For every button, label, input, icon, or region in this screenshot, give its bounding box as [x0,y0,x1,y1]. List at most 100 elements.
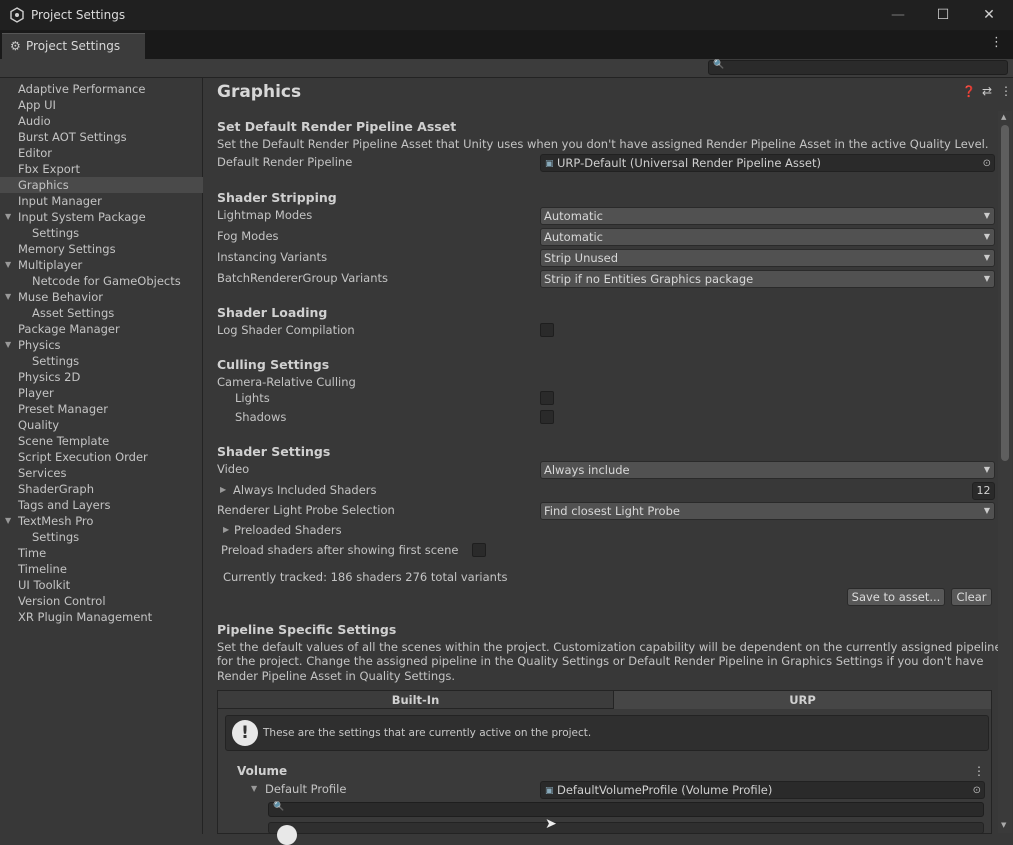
close-button[interactable]: ✕ [966,0,1012,31]
sidebar-item-input-system-package[interactable]: ▼ Input System Package [0,209,203,225]
video-dropdown[interactable]: Always include ▼ [540,461,995,479]
sidebar-item-label: Player [18,386,54,400]
foldout-arrow-icon[interactable]: ▼ [5,289,11,305]
window-menu-icon[interactable]: ⋮ [990,35,1003,50]
sidebar-item-quality[interactable]: Quality [0,417,203,433]
help-icon[interactable]: ❓ [962,85,976,98]
preloaded-shaders-label[interactable]: Preloaded Shaders [234,523,342,537]
more-options-icon[interactable]: ⋮ [1000,84,1012,98]
volume-menu-icon[interactable]: ⋮ [973,764,985,778]
tab-built-in[interactable]: Built-In [217,690,614,709]
sidebar-item-label: Audio [18,114,51,128]
clear-button[interactable]: Clear [951,588,992,606]
log-shader-checkbox[interactable] [540,323,554,337]
sidebar-item-ui-toolkit[interactable]: UI Toolkit [0,577,203,593]
sidebar-item-label: Physics [18,338,61,352]
brg-dropdown[interactable]: Strip if no Entities Graphics package ▼ [540,270,995,288]
maximize-button[interactable]: ☐ [920,0,966,31]
preload-after-checkbox[interactable] [472,543,486,557]
always-included-label[interactable]: Always Included Shaders [233,483,377,497]
toolbar: 🔍 [0,59,1013,78]
instancing-label: Instancing Variants [217,250,328,264]
search-input[interactable]: 🔍 [708,60,1008,75]
sidebar-item-physics-2d[interactable]: Physics 2D [0,369,203,385]
sidebar-item-label: Settings [32,226,80,240]
sidebar-item-tags-and-layers[interactable]: Tags and Layers [0,497,203,513]
page-title: Graphics [217,82,302,102]
sidebar-item-physics[interactable]: ▼ Physics [0,337,203,353]
sidebar-item-graphics[interactable]: Graphics [0,177,203,193]
sidebar-item-multiplayer[interactable]: ▼ Multiplayer [0,257,203,273]
foldout-arrow-icon[interactable]: ▼ [5,337,11,353]
sidebar-item-memory-settings[interactable]: Memory Settings [0,241,203,257]
sidebar-item-label: Settings [32,354,80,368]
sidebar-item-timeline[interactable]: Timeline [0,561,203,577]
sidebar-item-input-manager[interactable]: Input Manager [0,193,203,209]
sidebar-item-label: Quality [18,418,60,432]
foldout-arrow-icon[interactable]: ▼ [5,209,11,225]
scrollbar-thumb[interactable] [1001,125,1009,461]
tab-label: Project Settings [26,39,121,53]
default-rp-field[interactable]: ▣ URP-Default (Universal Render Pipeline… [540,154,995,172]
sidebar-item-version-control[interactable]: Version Control [0,593,203,609]
sidebar-item-audio[interactable]: Audio [0,113,203,129]
shadows-checkbox[interactable] [540,410,554,424]
light-probe-dropdown[interactable]: Find closest Light Probe ▼ [540,502,995,520]
tab-project-settings[interactable]: ⚙ Project Settings [2,33,145,59]
sidebar-item-textmesh-pro[interactable]: ▼ TextMesh Pro [0,513,203,529]
scroll-up-icon[interactable]: ▲ [1001,113,1006,121]
foldout-arrow-icon[interactable]: ▶ [220,485,226,494]
sidebar-item-label: Scene Template [18,434,110,448]
sidebar-item-xr-plugin-management[interactable]: XR Plugin Management [0,609,203,625]
fog-dropdown[interactable]: Automatic ▼ [540,228,995,246]
sidebar-item-time[interactable]: Time [0,545,203,561]
scrollbar[interactable]: ▲ ▼ [998,111,1012,833]
sidebar-item-netcode-for-gameobjects[interactable]: Netcode for GameObjects [0,273,203,289]
info-box: ! These are the settings that are curren… [225,715,989,751]
sidebar-item-label: Editor [18,146,53,160]
save-to-asset-button[interactable]: Save to asset... [847,588,945,606]
instancing-dropdown[interactable]: Strip Unused ▼ [540,249,995,267]
foldout-arrow-icon[interactable]: ▼ [5,257,11,273]
object-picker-icon[interactable]: ⊙ [983,156,991,172]
pipeline-tabs: Built-In URP [217,690,992,709]
pipeline-desc-3: Render Pipeline Asset in Quality Setting… [217,669,456,683]
profile-search-input[interactable]: 🔍 [268,802,984,817]
sidebar-item-package-manager[interactable]: Package Manager [0,321,203,337]
default-rp-label: Default Render Pipeline [217,155,353,169]
foldout-arrow-icon[interactable]: ▶ [223,525,229,534]
minimize-button[interactable]: — [875,0,921,31]
sidebar-item-label: Muse Behavior [18,290,103,304]
sidebar-item-shadergraph[interactable]: ShaderGraph [0,481,203,497]
sidebar-item-label: Tags and Layers [18,498,111,512]
sidebar-item-settings[interactable]: Settings [0,353,203,369]
sidebar-item-editor[interactable]: Editor [0,145,203,161]
object-picker-icon[interactable]: ⊙ [973,783,981,799]
foldout-arrow-icon[interactable]: ▼ [5,513,11,529]
sidebar-item-scene-template[interactable]: Scene Template [0,433,203,449]
sidebar-item-services[interactable]: Services [0,465,203,481]
sidebar-item-burst-aot-settings[interactable]: Burst AOT Settings [0,129,203,145]
sidebar-item-asset-settings[interactable]: Asset Settings [0,305,203,321]
sidebar-item-player[interactable]: Player [0,385,203,401]
title-bar: Project Settings — ☐ ✕ [0,0,1013,31]
settings-sliders-icon[interactable]: ⇄ [982,84,992,98]
sidebar-item-settings[interactable]: Settings [0,529,203,545]
sidebar-item-settings[interactable]: Settings [0,225,203,241]
sidebar-item-fbx-export[interactable]: Fbx Export [0,161,203,177]
sidebar-item-app-ui[interactable]: App UI [0,97,203,113]
scroll-down-icon[interactable]: ▼ [1001,821,1006,829]
lightmap-dropdown[interactable]: Automatic ▼ [540,207,995,225]
tab-urp[interactable]: URP [614,690,992,709]
foldout-arrow-icon[interactable]: ▼ [251,784,257,793]
sidebar-item-script-execution-order[interactable]: Script Execution Order [0,449,203,465]
default-profile-label: Default Profile [265,782,347,796]
sidebar-item-muse-behavior[interactable]: ▼ Muse Behavior [0,289,203,305]
sidebar-item-adaptive-performance[interactable]: Adaptive Performance [0,81,203,97]
always-included-count[interactable]: 12 [972,482,995,500]
lights-checkbox[interactable] [540,391,554,405]
sidebar-item-preset-manager[interactable]: Preset Manager [0,401,203,417]
sidebar: Adaptive Performance App UI Audio Burst AOT… [0,78,203,834]
default-profile-field[interactable]: ▣ DefaultVolumeProfile (Volume Profile) … [540,781,985,799]
sidebar-item-label: Input Manager [18,194,102,208]
